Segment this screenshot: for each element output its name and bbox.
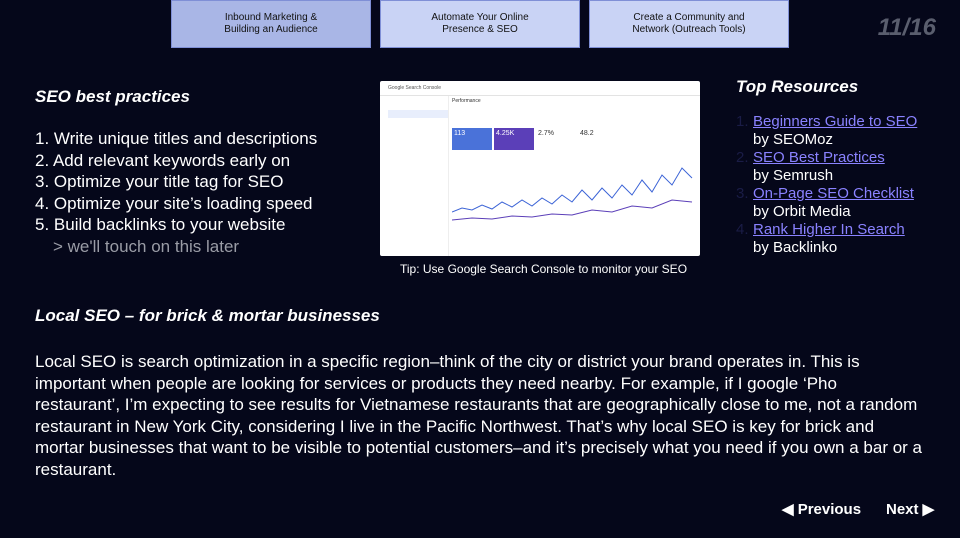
local-seo-body: Local SEO is search optimization in a sp… xyxy=(35,352,922,479)
gsc-section-title: Performance xyxy=(452,98,481,104)
tab-label: Automate Your Online Presence & SEO xyxy=(431,12,529,35)
screenshot-caption: Tip: Use Google Search Console to monito… xyxy=(400,262,688,276)
metric-card: 48.2 xyxy=(580,130,594,137)
list-item: 3. On-Page SEO Checklist by Orbit Media xyxy=(736,185,914,220)
list-item: 2. SEO Best Practices by Semrush xyxy=(736,149,885,184)
resources-list: 1. Beginners Guide to SEO by SEOMoz 2. SEO … xyxy=(736,113,917,257)
tab-label: Create a Community and Network (Outreach… xyxy=(632,12,746,35)
seo-section-title: SEO best practices xyxy=(35,87,190,106)
metric-card: 113 xyxy=(452,128,492,150)
resource-link-rank-higher[interactable]: Rank Higher In Search xyxy=(753,221,905,238)
tab-community-network[interactable]: Create a Community and Network (Outreach… xyxy=(589,0,789,48)
next-button[interactable]: Next ▶ xyxy=(886,500,934,518)
list-item: 2. Add relevant keywords early on xyxy=(35,150,291,170)
top-resources: Top Resources 1. Beginners Guide to SEO by… xyxy=(736,77,917,257)
slide-counter: 11/16 xyxy=(877,14,936,41)
gsc-topbar: Google Search Console xyxy=(380,81,700,96)
list-item: 1. Write unique titles and descriptions xyxy=(35,129,318,148)
resource-link-onpage-checklist[interactable]: On-Page SEO Checklist xyxy=(753,185,914,202)
tab-automate-seo[interactable]: Automate Your Online Presence & SEO xyxy=(380,0,580,48)
metric-card: 4.25K xyxy=(494,128,534,150)
gsc-metrics: 113 4.25K 2.7% 48.2 xyxy=(452,128,696,150)
gsc-main: Performance 113 4.25K 2.7% 48.2 xyxy=(451,98,696,256)
list-item: 3. Optimize your title tag for SEO xyxy=(35,172,284,192)
metric-card: 2.7% xyxy=(538,130,554,137)
resources-title: Top Resources xyxy=(736,77,859,96)
resource-link-best-practices[interactable]: SEO Best Practices xyxy=(753,149,885,166)
gsc-sidebar xyxy=(380,96,449,256)
seo-best-practices-list: 1. Write unique titles and descriptions … xyxy=(35,128,317,258)
gsc-app-title: Google Search Console xyxy=(388,85,442,91)
local-seo-section: Local SEO – for brick & mortar businesse… xyxy=(35,306,925,481)
list-item: 4. Optimize your site’s loading speed xyxy=(35,193,313,213)
list-subitem: > we'll touch on this later xyxy=(53,236,240,256)
list-item: 4. Rank Higher In Search by Backlinko xyxy=(736,221,905,256)
resource-link-beginners-guide[interactable]: Beginners Guide to SEO xyxy=(753,113,917,130)
tab-inbound-marketing[interactable]: Inbound Marketing & Building an Audience xyxy=(171,0,371,48)
tab-label: Inbound Marketing & Building an Audience xyxy=(224,12,318,35)
gsc-trend-chart xyxy=(451,167,693,221)
search-console-screenshot: Google Search Console Performance 113 4.… xyxy=(380,81,700,256)
previous-button[interactable]: ◀ Previous xyxy=(782,500,861,518)
local-seo-title: Local SEO – for brick & mortar businesse… xyxy=(35,306,380,325)
list-item: 1. Beginners Guide to SEO by SEOMoz xyxy=(736,113,918,148)
list-item: 5. Build backlinks to your website xyxy=(35,215,286,235)
